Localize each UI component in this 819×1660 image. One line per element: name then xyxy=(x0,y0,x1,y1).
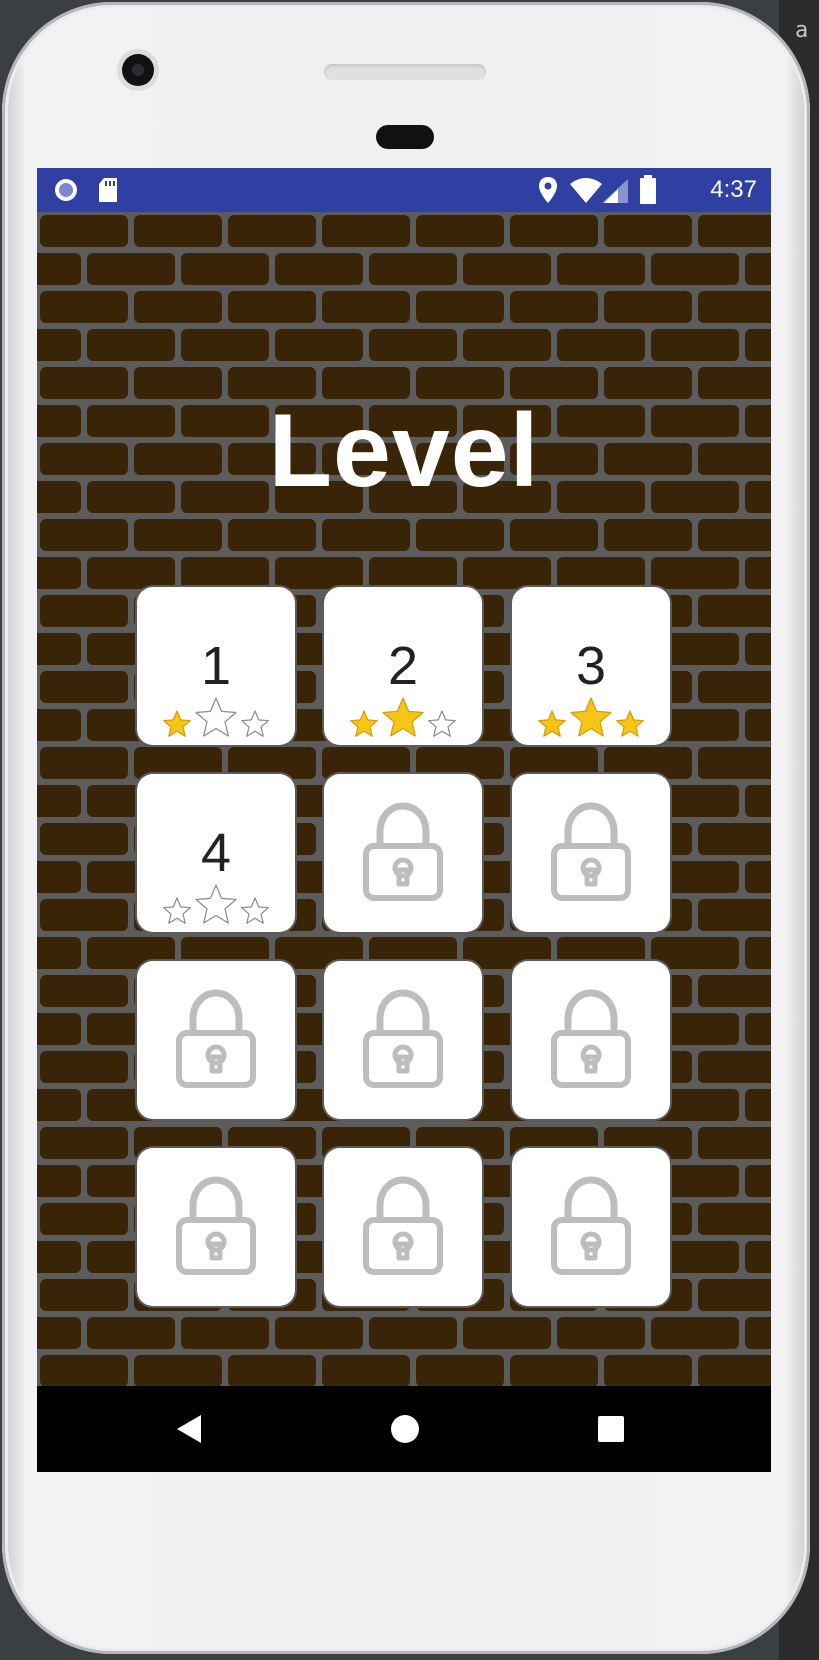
phone-frame: 4:37 Level 1 2 3 4 xyxy=(2,2,810,1654)
level-tile-locked[interactable] xyxy=(324,774,482,932)
star-rating xyxy=(163,884,269,924)
star-filled-icon xyxy=(616,710,644,737)
earpiece-speaker xyxy=(324,64,486,80)
wifi-icon xyxy=(570,178,602,203)
star-rating xyxy=(350,697,456,737)
level-tile-locked[interactable] xyxy=(512,774,670,932)
level-select-screen: Level 1 2 3 4 xyxy=(37,212,771,1386)
page-title: Level xyxy=(268,393,540,509)
signal-icon xyxy=(602,179,628,203)
star-rating xyxy=(538,697,644,737)
lock-icon xyxy=(363,989,443,1088)
star-filled-icon xyxy=(570,697,612,737)
star-empty-icon xyxy=(163,897,191,924)
home-icon[interactable] xyxy=(389,1413,421,1445)
level-tile[interactable]: 4 xyxy=(137,774,295,932)
back-icon[interactable] xyxy=(175,1414,203,1444)
ide-text-fragment: a xyxy=(795,18,809,43)
level-tile[interactable]: 2 xyxy=(324,587,482,745)
lock-icon xyxy=(176,1176,256,1275)
battery-icon xyxy=(640,175,656,204)
level-number: 2 xyxy=(387,636,419,696)
notification-circle-icon xyxy=(55,179,77,201)
star-filled-icon xyxy=(382,697,424,737)
level-tile-locked[interactable] xyxy=(324,961,482,1119)
sd-card-icon xyxy=(99,178,117,202)
star-empty-icon xyxy=(428,710,456,737)
lock-icon xyxy=(551,802,631,901)
lock-icon xyxy=(176,989,256,1088)
level-tile-locked[interactable] xyxy=(324,1148,482,1306)
navigation-bar xyxy=(37,1386,771,1472)
star-empty-icon xyxy=(241,897,269,924)
level-tile-locked[interactable] xyxy=(137,961,295,1119)
level-number: 1 xyxy=(200,636,232,696)
location-icon xyxy=(539,177,557,203)
level-tile-locked[interactable] xyxy=(137,1148,295,1306)
lock-icon xyxy=(363,802,443,901)
front-camera xyxy=(122,54,154,86)
star-filled-icon xyxy=(350,710,378,737)
level-number: 4 xyxy=(200,823,232,883)
star-empty-icon xyxy=(241,710,269,737)
proximity-sensor xyxy=(376,125,434,149)
level-tile-locked[interactable] xyxy=(512,961,670,1119)
star-rating xyxy=(163,697,269,737)
level-tile-locked[interactable] xyxy=(512,1148,670,1306)
lock-icon xyxy=(363,1176,443,1275)
star-empty-icon xyxy=(195,697,237,737)
level-tile[interactable]: 3 xyxy=(512,587,670,745)
lock-icon xyxy=(551,1176,631,1275)
recents-icon[interactable] xyxy=(597,1415,625,1443)
lock-icon xyxy=(551,989,631,1088)
status-time: 4:37 xyxy=(710,176,757,203)
level-tile[interactable]: 1 xyxy=(137,587,295,745)
star-filled-icon xyxy=(538,710,566,737)
device-screen: 4:37 Level 1 2 3 4 xyxy=(37,168,771,1472)
star-filled-icon xyxy=(163,710,191,737)
star-empty-icon xyxy=(195,884,237,924)
status-bar: 4:37 xyxy=(37,168,771,212)
level-number: 3 xyxy=(575,636,607,696)
